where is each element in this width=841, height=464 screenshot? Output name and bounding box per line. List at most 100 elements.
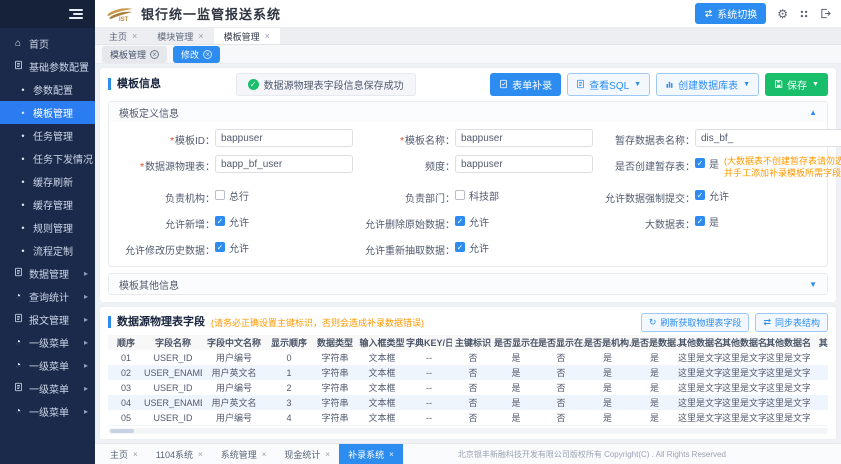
workspace-tab-1[interactable]: 模块管理× [147, 28, 213, 44]
sidebar-item-12[interactable]: 报文管理▸ [0, 308, 95, 331]
table-row[interactable]: 06USER_ENAME用户英文名5字符串文本框--否是否是是这里是文字这里是文… [108, 425, 828, 426]
close-icon[interactable]: × [325, 450, 330, 459]
field-label-text: 大数据表 [645, 220, 685, 231]
close-icon[interactable]: × [133, 450, 138, 459]
sidebar-item-6[interactable]: •缓存刷新 [0, 170, 95, 193]
checkbox-7[interactable] [455, 190, 465, 200]
sidebar-item-16[interactable]: ◔一级菜单▸ [0, 400, 95, 423]
form-field-10: 允许删除原始数据：✓允许 [357, 213, 593, 231]
dropdown-caret-icon[interactable]: ▼ [743, 81, 750, 88]
close-icon[interactable]: × [389, 450, 394, 459]
app-title: 银行统一监管报送系统 [141, 4, 281, 23]
checkbox-13[interactable]: ✓ [455, 242, 465, 252]
sidebar-item-10[interactable]: 数据管理▸ [0, 262, 95, 285]
column-header-3: 显示顺序 [266, 335, 312, 350]
checkbox-12[interactable]: ✓ [215, 242, 225, 252]
close-icon[interactable]: × [150, 50, 159, 59]
sidebar-item-7[interactable]: •缓存管理 [0, 193, 95, 216]
collapse-down-icon[interactable]: ▼ [809, 280, 817, 289]
required-star: * [170, 136, 174, 147]
table-cell: 是 [631, 410, 678, 425]
bottom-tab-3[interactable]: 现金统计× [275, 444, 339, 464]
table-row[interactable]: 02USER_ENAME用户英文名1字符串文本框--否是否是是这里是文字这里是文… [108, 365, 828, 380]
sync-icon: ⇄ [763, 317, 771, 328]
checkbox-10[interactable]: ✓ [455, 216, 465, 226]
checkbox-11[interactable]: ✓ [695, 216, 705, 226]
checkbox-9[interactable]: ✓ [215, 216, 225, 226]
dropdown-caret-icon[interactable]: ▼ [634, 81, 641, 88]
sidebar-item-5[interactable]: •任务下发情况 [0, 147, 95, 170]
checkbox-6[interactable] [215, 190, 225, 200]
field-input-2[interactable] [695, 129, 841, 147]
required-star: * [140, 162, 144, 173]
column-header-7: 主键标识 [452, 335, 494, 350]
db-icon [665, 79, 674, 89]
sidebar-item-13[interactable]: ◔一级菜单▸ [0, 331, 95, 354]
column-header-13: 其他数据名称 [722, 335, 766, 350]
chevron-right-icon: ▸ [84, 338, 88, 347]
bottom-tab-1[interactable]: 1104系统× [147, 444, 212, 464]
horizontal-scrollbar[interactable] [108, 428, 828, 434]
sidebar-item-9[interactable]: •流程定制 [0, 239, 95, 262]
checkbox-8[interactable]: ✓ [695, 190, 705, 200]
table-actions: ↻刷新获取物理表字段 ⇄同步表结构 [641, 313, 828, 332]
sidebar-item-4[interactable]: •任务管理 [0, 124, 95, 147]
dropdown-caret-icon[interactable]: ▼ [812, 81, 819, 88]
table-cell: 是 [584, 425, 631, 426]
field-input-4[interactable] [455, 155, 593, 173]
close-icon[interactable]: × [265, 31, 270, 41]
breadcrumb-chip-0[interactable]: 模板管理× [102, 46, 167, 63]
table-row[interactable]: 03USER_ID用户编号2字符串文本框--否是否是是这里是文字这里是文字这里是… [108, 380, 828, 395]
table-row[interactable]: 05USER_ID用户编号4字符串文本框--否是否是是这里是文字这里是文字这里是… [108, 410, 828, 425]
definition-section-header[interactable]: 模板定义信息 ▲ [109, 102, 827, 122]
button-0[interactable]: ↻刷新获取物理表字段 [641, 313, 750, 332]
collapse-up-icon[interactable]: ▲ [809, 108, 817, 117]
system-switch-button[interactable]: 系统切换 [695, 3, 766, 24]
sidebar-item-14[interactable]: ◔一级菜单▸ [0, 354, 95, 377]
workspace-tab-0[interactable]: 主页× [99, 28, 147, 44]
close-icon[interactable]: × [198, 450, 203, 459]
button-0[interactable]: 表单补录 [490, 73, 561, 96]
settings-gear-icon[interactable]: ⚙ [777, 8, 788, 20]
table-row[interactable]: 01USER_ID用户编号0字符串文本框--否是否是是这里是文字这里是文字这里是… [108, 350, 828, 365]
section-title: 模板信息 [108, 78, 161, 90]
field-input-1[interactable] [455, 129, 593, 147]
button-2[interactable]: 创建数据库表▼ [656, 73, 759, 96]
close-icon[interactable]: × [132, 31, 137, 41]
bottom-tab-0[interactable]: 主页× [101, 444, 147, 464]
fullscreen-grid-icon[interactable] [799, 9, 809, 19]
menu-collapse-icon[interactable] [69, 7, 83, 21]
button-3[interactable]: 保存▼ [765, 73, 828, 96]
sidebar-item-3[interactable]: •模板管理 [0, 101, 95, 124]
sidebar-item-8[interactable]: •规则管理 [0, 216, 95, 239]
bottom-tab-2[interactable]: 系统管理× [212, 444, 276, 464]
button-1[interactable]: ⇄同步表结构 [755, 313, 828, 332]
table-cell: 这里是文字 [766, 350, 810, 365]
close-icon[interactable]: × [203, 50, 212, 59]
close-icon[interactable]: × [262, 450, 267, 459]
close-icon[interactable]: × [198, 31, 203, 41]
bottom-tab-4[interactable]: 补录系统× [339, 444, 403, 464]
table-cell: 这里是文字 [766, 410, 810, 425]
table-row[interactable]: 04USER_ENAME用户英文名3字符串文本框--否是否是是这里是文字这里是文… [108, 395, 828, 410]
scrollbar-thumb[interactable] [110, 429, 134, 433]
breadcrumb-chip-1[interactable]: 修改× [173, 46, 220, 63]
button-1[interactable]: 查看SQL▼ [567, 73, 650, 96]
sidebar-item-label: 模板管理 [33, 105, 73, 120]
sidebar-item-2[interactable]: •参数配置 [0, 78, 95, 101]
sidebar-item-0[interactable]: ⌂首页 [0, 32, 95, 55]
sidebar-item-1[interactable]: 基础参数配置▾ [0, 55, 95, 78]
field-input-0[interactable] [215, 129, 353, 147]
doc-icon [12, 267, 24, 280]
bullet-icon: • [18, 154, 28, 164]
workspace-tab-2[interactable]: 模板管理× [214, 28, 280, 44]
logout-icon[interactable] [820, 8, 831, 19]
field-label-text: 负责部门 [405, 194, 445, 205]
table-cell: 这里是文字 [722, 365, 766, 380]
field-input-3[interactable] [215, 155, 353, 173]
sidebar-item-15[interactable]: 一级菜单▸ [0, 377, 95, 400]
other-section-header[interactable]: 模板其他信息 ▼ [109, 274, 827, 294]
table-cell: 用户英文名 [202, 365, 266, 380]
sidebar-item-11[interactable]: ◔查询统计▸ [0, 285, 95, 308]
checkbox-5[interactable]: ✓ [695, 158, 705, 168]
